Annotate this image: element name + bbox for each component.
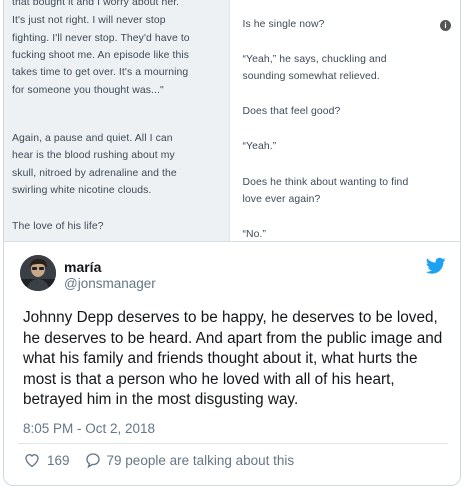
embedded-tweet-card[interactable]: that bought it and I worry about her. It… (3, 0, 461, 486)
excerpt-line: Again, a pause and quiet. All I can (12, 133, 173, 144)
twitter-bird-icon[interactable] (426, 257, 446, 275)
article-excerpt-right: Is he single now? “Yeah,” he says, chuck… (229, 0, 460, 241)
excerpt-line: Does that feel good? (242, 106, 341, 117)
tweet-text: Johnny Depp deserves to be happy, he des… (23, 309, 443, 408)
excerpt-line: that bought it and I worry about her. (12, 0, 180, 8)
excerpt-line: Is he single now? (242, 19, 325, 30)
excerpt-line: “No.” (242, 229, 267, 240)
tweet-author-header: maría @jonsmanager (20, 255, 450, 295)
excerpt-line: “Yeah,” he says, chuckling and (242, 54, 387, 65)
like-count[interactable]: 169 (47, 453, 70, 468)
article-excerpt-left: that bought it and I worry about her. It… (4, 0, 229, 241)
excerpt-line: for someone you thought was..." (12, 85, 164, 96)
conversation-link[interactable]: 79 people are talking about this (107, 453, 295, 468)
excerpt-line: fucking shoot me. An episode like this (12, 50, 190, 61)
display-name[interactable]: maría (64, 259, 101, 275)
excerpt-line: skull, nitroed by adrenaline and the (12, 168, 177, 179)
heart-icon[interactable] (23, 451, 41, 469)
avatar[interactable] (20, 255, 56, 291)
user-handle[interactable]: @jonsmanager (64, 276, 156, 291)
tweet-timestamp[interactable]: 8:05 PM - Oct 2, 2018 (23, 421, 155, 436)
excerpt-line: love ever again? (242, 194, 321, 205)
excerpt-line: “Yeah.” (242, 141, 277, 152)
tweet-media-image[interactable]: that bought it and I worry about her. It… (4, 0, 460, 242)
info-icon[interactable]: i (440, 20, 451, 31)
excerpt-line: The love of his life? (12, 221, 104, 232)
speech-bubble-icon[interactable] (84, 451, 102, 469)
excerpt-line: Does he think about wanting to find (242, 177, 409, 188)
excerpt-line: takes time to get over. It's a mourning (12, 67, 189, 78)
excerpt-line: sounding somewhat relieved. (242, 71, 380, 82)
avatar-image (20, 255, 56, 291)
excerpt-line: fighting. I'll never stop. They'd have t… (12, 33, 190, 44)
divider (18, 443, 448, 444)
excerpt-line: It's just not right. I will never stop (12, 15, 166, 26)
tweet-actions: 169 79 people are talking about this (23, 450, 294, 470)
excerpt-line: hear is the blood rushing about my (12, 150, 175, 161)
excerpt-line: swirling white nicotine clouds. (12, 185, 152, 196)
